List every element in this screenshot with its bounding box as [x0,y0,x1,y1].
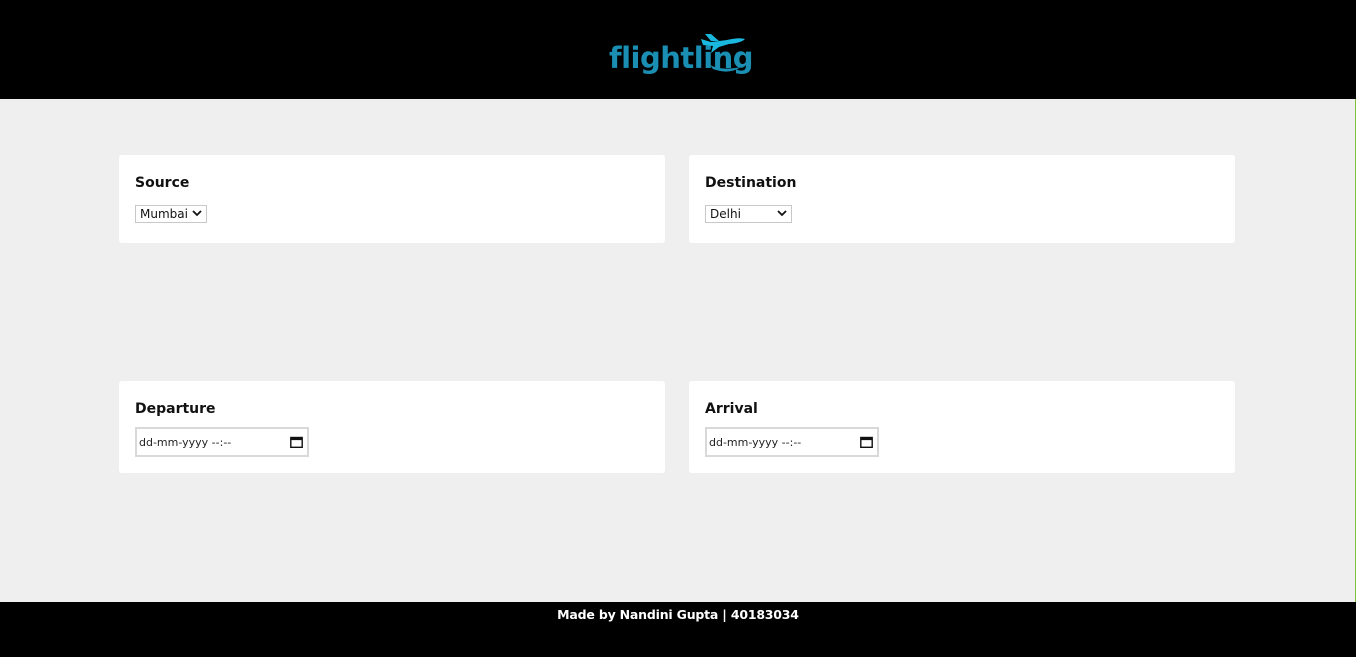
destination-selected-value: Delhi [710,207,741,221]
source-selected-value: Mumbai [140,207,188,221]
destination-select[interactable]: Delhi [705,205,792,223]
source-label: Source [135,175,190,191]
top-header: flightling [0,0,1356,99]
departure-datetime-input[interactable]: dd-mm-yyyy --:-- [135,427,309,457]
departure-label: Departure [135,401,216,417]
footer: Made by Nandini Gupta | 40183034 [0,602,1356,657]
chevron-down-icon [777,208,787,221]
arrival-label: Arrival [705,401,758,417]
logo-swoosh [710,65,741,72]
plane-icon [701,34,745,53]
arrival-value: dd-mm-yyyy --:-- [709,435,802,449]
departure-value: dd-mm-yyyy --:-- [139,435,232,449]
chevron-down-icon [192,208,202,221]
arrival-card: Arrival dd-mm-yyyy --:-- [689,381,1235,473]
source-card: Source Mumbai [119,155,665,243]
calendar-icon[interactable] [290,436,303,448]
logo[interactable]: flightling [609,31,754,79]
source-select[interactable]: Mumbai [135,205,207,223]
calendar-icon[interactable] [860,436,873,448]
arrival-datetime-input[interactable]: dd-mm-yyyy --:-- [705,427,879,457]
destination-label: Destination [705,175,797,191]
footer-credit: Made by Nandini Gupta | 40183034 [557,607,799,622]
departure-card: Departure dd-mm-yyyy --:-- [119,381,665,473]
destination-card: Destination Delhi [689,155,1235,243]
